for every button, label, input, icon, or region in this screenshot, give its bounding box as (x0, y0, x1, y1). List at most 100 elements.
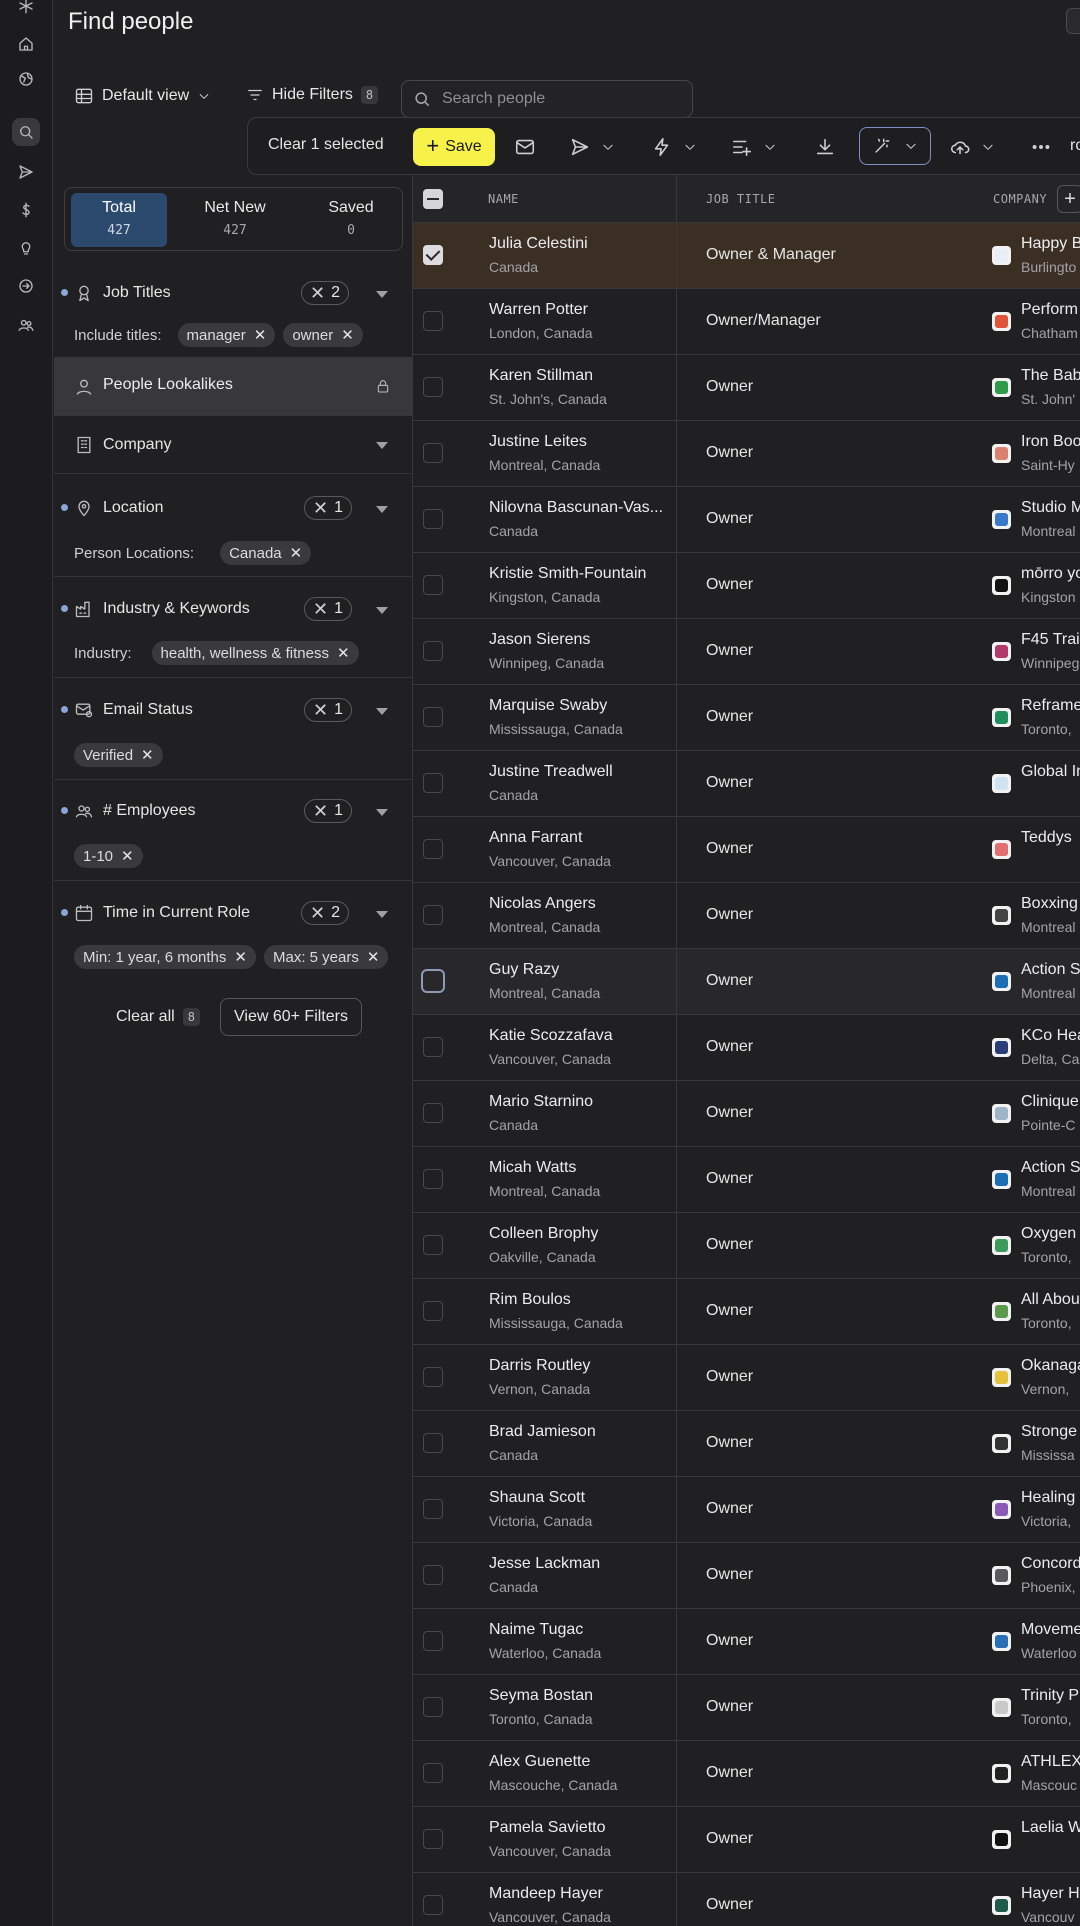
company-logo[interactable] (992, 1764, 1011, 1783)
table-row[interactable]: Colleen Brophy Oakville, Canada Owner Oxyge… (413, 1213, 1080, 1279)
company-logo[interactable] (992, 1566, 1011, 1585)
company-name[interactable]: Happy B (1021, 235, 1080, 253)
company-name[interactable]: Stronge (1021, 1423, 1077, 1441)
company-logo[interactable] (992, 378, 1011, 397)
company-logo[interactable] (992, 840, 1011, 859)
company-logo[interactable] (992, 1236, 1011, 1255)
company-logo[interactable] (992, 1500, 1011, 1519)
row-checkbox[interactable] (423, 839, 443, 859)
row-checkbox[interactable] (423, 707, 443, 727)
person-name[interactable]: Shauna Scott (489, 1489, 585, 1507)
table-row[interactable]: Justine Leites Montreal, Canada Owner Iron … (413, 421, 1080, 487)
person-name[interactable]: Alex Guenette (489, 1753, 590, 1771)
company-logo[interactable] (992, 576, 1011, 595)
dollar-icon[interactable] (12, 196, 40, 224)
person-name[interactable]: Anna Farrant (489, 829, 582, 847)
add-to-list-button[interactable] (731, 132, 777, 162)
save-button[interactable]: + Save (413, 128, 495, 166)
filter-chip[interactable]: Max: 5 years ✕ (263, 945, 389, 969)
more-actions-button[interactable] (1030, 132, 1052, 162)
search-nav-icon[interactable] (12, 118, 40, 146)
person-name[interactable]: Karen Stillman (489, 367, 593, 385)
person-name[interactable]: Guy Razy (489, 961, 559, 979)
person-name[interactable]: Colleen Brophy (489, 1225, 598, 1243)
filter-name[interactable]: Email Status (103, 701, 193, 719)
export-button[interactable] (814, 132, 836, 162)
filter-name[interactable]: Job Titles (103, 284, 171, 302)
company-name[interactable]: Hayer H (1021, 1885, 1080, 1903)
person-name[interactable]: Darris Routley (489, 1357, 590, 1375)
remove-chip-icon[interactable]: ✕ (367, 948, 380, 966)
row-checkbox[interactable] (423, 1565, 443, 1585)
company-name[interactable]: Iron Boo (1021, 433, 1080, 451)
remove-chip-icon[interactable]: ✕ (121, 847, 134, 865)
add-column-button[interactable]: + (1057, 185, 1080, 213)
company-name[interactable]: Laelia W (1021, 1819, 1080, 1837)
person-name[interactable]: Justine Treadwell (489, 763, 613, 781)
company-name[interactable]: The Bab (1021, 367, 1080, 385)
company-logo[interactable] (992, 774, 1011, 793)
sign-in-icon[interactable] (12, 272, 40, 300)
people-icon[interactable] (12, 311, 40, 339)
company-name[interactable]: ATHLEX (1021, 1753, 1080, 1771)
filter-chip[interactable]: Min: 1 year, 6 months ✕ (74, 945, 256, 969)
table-row[interactable]: Darris Routley Vernon, Canada Owner Okanaga… (413, 1345, 1080, 1411)
company-name[interactable]: Action S (1021, 1159, 1080, 1177)
company-logo[interactable] (992, 1632, 1011, 1651)
row-checkbox[interactable] (423, 1367, 443, 1387)
filter-company[interactable]: Company (54, 416, 413, 474)
filter-chip[interactable]: health, wellness & fitness ✕ (151, 641, 359, 665)
company-name[interactable]: Concord (1021, 1555, 1080, 1573)
enrich-button[interactable] (651, 132, 697, 162)
filter-people-lookalikes[interactable]: People Lookalikes (54, 358, 412, 416)
email-button[interactable] (514, 132, 536, 162)
company-logo[interactable] (992, 246, 1011, 265)
table-row[interactable]: Seyma Bostan Toronto, Canada Owner Trinity … (413, 1675, 1080, 1741)
search-input[interactable] (442, 90, 672, 108)
company-logo[interactable] (992, 972, 1011, 991)
tab-net-new[interactable]: Net New 427 (187, 193, 283, 247)
company-logo[interactable] (992, 510, 1011, 529)
person-name[interactable]: Rim Boulos (489, 1291, 571, 1309)
remove-chip-icon[interactable]: ✕ (234, 948, 247, 966)
filter-name[interactable]: Industry & Keywords (103, 600, 250, 618)
row-checkbox[interactable] (423, 1037, 443, 1057)
person-name[interactable]: Micah Watts (489, 1159, 576, 1177)
company-logo[interactable] (992, 642, 1011, 661)
row-checkbox[interactable] (423, 773, 443, 793)
person-name[interactable]: Mario Starnino (489, 1093, 593, 1111)
view-more-filters-button[interactable]: View 60+ Filters (220, 998, 362, 1036)
row-checkbox[interactable] (423, 443, 443, 463)
filter-name[interactable]: # Employees (103, 802, 196, 820)
sequence-button[interactable] (569, 132, 615, 162)
table-row[interactable]: Warren Potter London, Canada Owner/Manager… (413, 289, 1080, 355)
company-name[interactable]: Trinity P (1021, 1687, 1079, 1705)
remove-chip-icon[interactable]: ✕ (141, 746, 154, 764)
company-logo[interactable] (992, 906, 1011, 925)
company-name[interactable]: Perform (1021, 301, 1078, 319)
company-logo[interactable] (992, 1698, 1011, 1717)
tab-total[interactable]: Total 427 (71, 193, 167, 247)
company-logo[interactable] (992, 708, 1011, 727)
person-name[interactable]: Warren Potter (489, 301, 588, 319)
table-row[interactable]: Alex Guenette Mascouche, Canada Owner ATHLE… (413, 1741, 1080, 1807)
table-row[interactable]: Jason Sierens Winnipeg, Canada Owner F45 Tr… (413, 619, 1080, 685)
person-name[interactable]: Julia Celestini (489, 235, 588, 253)
person-name[interactable]: Katie Scozzafava (489, 1027, 613, 1045)
logo-icon[interactable] (12, 0, 40, 20)
send-nav-icon[interactable] (12, 158, 40, 186)
person-name[interactable]: Marquise Swaby (489, 697, 607, 715)
company-logo[interactable] (992, 1830, 1011, 1849)
company-name[interactable]: Okanaga (1021, 1357, 1080, 1375)
row-checkbox[interactable] (423, 311, 443, 331)
company-logo[interactable] (992, 1434, 1011, 1453)
crm-push-button[interactable] (949, 132, 995, 162)
table-row[interactable]: Nilovna Bascunan-Vas... Canada Owner Studio… (413, 487, 1080, 553)
person-name[interactable]: Nicolas Angers (489, 895, 596, 913)
row-checkbox[interactable] (423, 377, 443, 397)
globe-icon[interactable] (12, 65, 40, 93)
person-name[interactable]: Kristie Smith-Fountain (489, 565, 646, 583)
caret-down-icon[interactable] (376, 442, 388, 449)
company-name[interactable]: Reframe (1021, 697, 1080, 715)
filter-chip[interactable]: Verified ✕ (74, 743, 163, 767)
